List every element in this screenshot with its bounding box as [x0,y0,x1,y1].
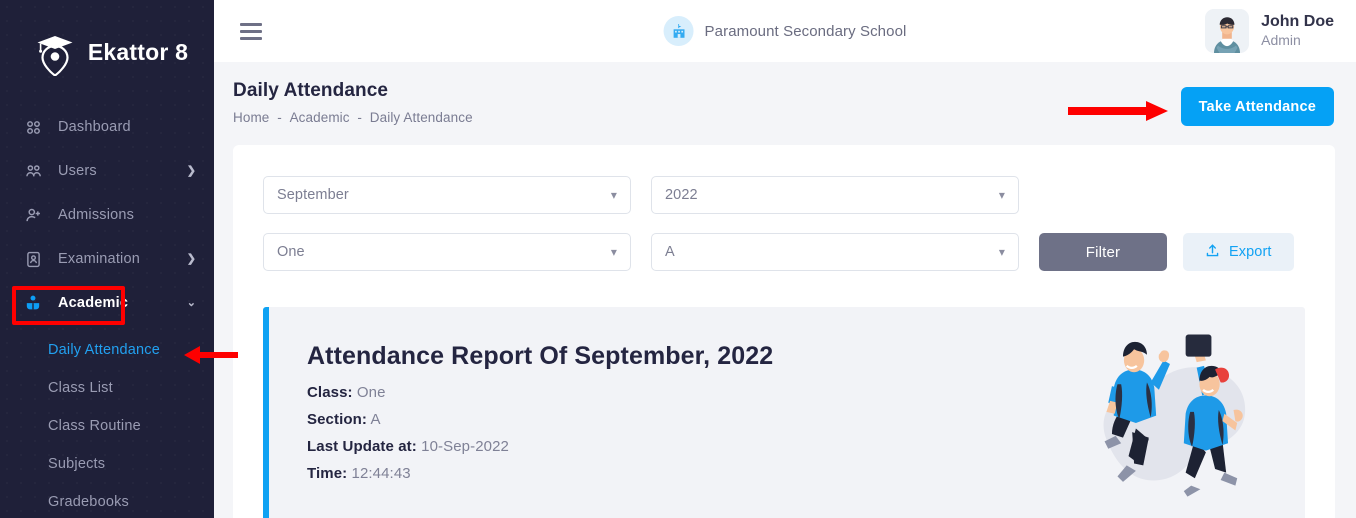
export-button-label: Export [1229,244,1272,260]
school-indicator: Paramount Secondary School [663,16,907,46]
page-header: Daily Attendance Home - Academic - Daily… [214,62,1356,126]
upload-icon [1205,243,1220,262]
submenu-item-label: Daily Attendance [48,342,161,358]
breadcrumb-separator: - [357,110,363,125]
submenu-item-daily-attendance[interactable]: Daily Attendance [0,331,214,369]
graduation-cap-pin-icon [32,30,78,77]
submenu-item-label: Subjects [48,456,106,472]
page-title: Daily Attendance [233,80,389,101]
report-value: One [356,383,386,401]
sidebar-item-academic[interactable]: Academic ⌄ [0,281,214,325]
attendance-report-card: Attendance Report Of September, 2022 Cla… [263,307,1305,518]
app-root: Ekattor 8 Dashboard Users ❯ Admissions E… [0,0,1356,518]
sidebar-item-label: Examination [58,251,140,267]
breadcrumb: Home - Academic - Daily Attendance [233,110,473,125]
user-role: Admin [1261,32,1301,49]
submenu-item-label: Class Routine [48,418,141,434]
year-select[interactable]: 2022 ▾ [651,176,1019,214]
brand[interactable]: Ekattor 8 [0,0,214,105]
submenu-item-class-routine[interactable]: Class Routine [0,407,214,445]
report-label: Class: [307,383,353,401]
chevron-down-icon: ▾ [998,245,1005,259]
export-button[interactable]: Export [1183,233,1294,271]
submenu-item-label: Gradebooks [48,494,129,510]
take-attendance-button[interactable]: Take Attendance [1180,87,1334,126]
chevron-down-icon: ▾ [610,245,617,259]
submenu-item-label: Class List [48,380,113,396]
breadcrumb-item-academic[interactable]: Academic [290,110,350,125]
sidebar-item-label: Academic [58,295,129,311]
school-building-icon [663,16,694,46]
page-header-text: Daily Attendance Home - Academic - Daily… [233,80,473,125]
jumping-students-illustration [1068,329,1283,504]
academic-submenu: Daily Attendance Class List Class Routin… [0,325,214,518]
chevron-down-icon: ▾ [998,188,1005,202]
submenu-item-gradebooks[interactable]: Gradebooks [0,483,214,518]
sidebar-item-label: Admissions [58,207,135,223]
filter-form: September ▾ 2022 ▾ One ▾ A ▾ Filter Expo… [263,176,1305,290]
topbar: Paramount Secondary School John Doe Admi… [214,0,1356,62]
month-select[interactable]: September ▾ [263,176,631,214]
chevron-down-icon: ⌄ [186,296,196,309]
section-select[interactable]: A ▾ [651,233,1019,271]
sidebar-item-label: Users [58,163,97,179]
brand-name: Ekattor 8 [87,39,189,65]
submenu-item-class-list[interactable]: Class List [0,369,214,407]
user-profile[interactable]: John Doe Admin [1205,9,1334,53]
report-value: A [370,410,381,428]
report-label: Section: [307,410,367,428]
sidebar-item-label: Dashboard [58,119,131,135]
submenu-item-subjects[interactable]: Subjects [0,445,214,483]
filter-actions: Filter Export [1039,233,1305,290]
school-name: Paramount Secondary School [704,22,907,40]
breadcrumb-separator: - [277,110,282,125]
class-select-value: One [277,244,305,260]
id-card-icon [22,248,44,270]
breadcrumb-item-daily-attendance: Daily Attendance [369,110,473,125]
report-value: 10-Sep-2022 [421,437,509,455]
filter-spacer [1039,176,1305,233]
hamburger-icon[interactable] [240,22,262,40]
sidebar-item-examination[interactable]: Examination ❯ [0,237,214,281]
month-select-value: September [277,187,349,203]
report-row-section: Section: A [307,411,773,428]
sidebar: Ekattor 8 Dashboard Users ❯ Admissions E… [0,0,214,518]
sidebar-item-users[interactable]: Users ❯ [0,149,214,193]
user-info: John Doe Admin [1261,12,1334,50]
academic-desk-icon [22,292,44,314]
avatar [1205,9,1250,53]
sidebar-item-dashboard[interactable]: Dashboard [0,105,214,149]
filter-button[interactable]: Filter [1039,233,1167,271]
chevron-down-icon: ▾ [610,188,617,202]
report-row-class: Class: One [307,384,773,401]
chevron-right-icon: ❯ [186,164,196,177]
content-card: September ▾ 2022 ▾ One ▾ A ▾ Filter Expo… [233,145,1335,518]
breadcrumb-item-home[interactable]: Home [233,110,269,125]
report-title: Attendance Report Of September, 2022 [307,341,774,370]
report-row-last-update: Last Update at: 10-Sep-2022 [307,438,773,455]
main-area: Paramount Secondary School John Doe Admi… [214,0,1356,518]
users-icon [22,160,44,182]
year-select-value: 2022 [665,187,698,203]
report-value: 12:44:43 [351,464,411,482]
report-text: Attendance Report Of September, 2022 Cla… [307,342,773,492]
user-name: John Doe [1261,13,1334,31]
report-row-time: Time: 12:44:43 [307,465,773,482]
report-label: Time: [307,464,348,482]
chevron-right-icon: ❯ [186,252,196,265]
grid-dots-icon [22,116,44,138]
class-select[interactable]: One ▾ [263,233,631,271]
section-select-value: A [665,244,675,260]
user-plus-icon [22,204,44,226]
report-label: Last Update at: [307,437,417,455]
sidebar-item-admissions[interactable]: Admissions [0,193,214,237]
